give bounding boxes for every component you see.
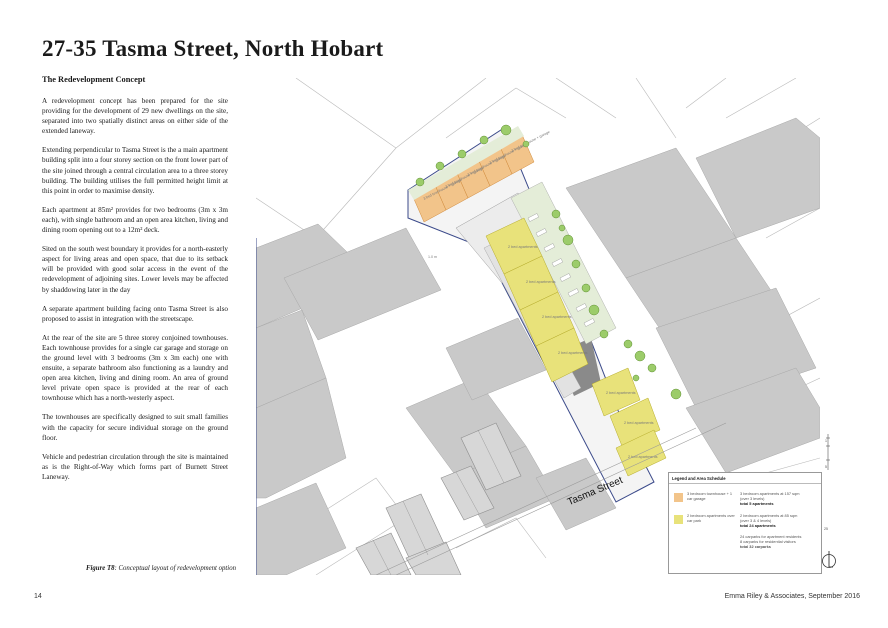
legend-row: 2 bedroom apartments over car park 2 bed… xyxy=(672,513,820,535)
paragraph: At the rear of the site are 5 three stor… xyxy=(42,333,228,403)
apartment-swatch xyxy=(674,515,683,524)
scale-label: 25 xyxy=(824,527,828,531)
legend-title: Legend and Area Schedule xyxy=(669,473,821,484)
scale-label: 5 xyxy=(825,465,827,469)
scale-bar-drawing: 1 5 25 xyxy=(824,434,830,531)
apartment-label: 2 bed apartments xyxy=(508,245,538,249)
legend-label: 2 bedroom apartments over car park xyxy=(687,513,735,523)
apartment-label: 2 bed apartments xyxy=(542,315,572,319)
legend-info: 3 bedroom apartments at 157 sqm (over 3 … xyxy=(740,491,820,506)
paragraph: Each apartment at 85m² provides for two … xyxy=(42,205,229,235)
legend-total: total 5 apartments xyxy=(740,500,774,506)
north-arrow-icon xyxy=(821,549,837,571)
north-arrow-drawing xyxy=(822,551,836,568)
paragraph: A redevelopment concept has been prepare… xyxy=(42,97,228,136)
apartment-label: 2 bed apartments xyxy=(526,280,556,284)
paragraph: A separate apartment building facing ont… xyxy=(42,304,228,323)
legend: Legend and Area Schedule 3 bedroom townh… xyxy=(668,472,822,574)
legend-info: 2 bedroom apartments at 85 sqm (over 3 &… xyxy=(740,513,820,528)
scale-bar: 1 5 25 xyxy=(822,430,836,550)
body-text: A redevelopment concept has been prepare… xyxy=(42,96,228,491)
apartment-label: 2 bed apartments xyxy=(558,351,588,355)
legend-label: 3 bedroom townhouse + 1 car garage xyxy=(687,491,733,501)
paragraph: The townhouses are specifically designed… xyxy=(42,413,228,442)
legend-carparks: 24 carparks for apartment residents 8 ca… xyxy=(740,534,820,549)
paragraph: Vehicle and pedestrian circulation throu… xyxy=(42,452,228,481)
legend-row: 3 bedroom townhouse + 1 car garage 3 bed… xyxy=(672,491,820,513)
legend-total: total 24 apartments xyxy=(740,522,776,528)
scale-label: 1 xyxy=(825,439,827,443)
lane-width-label: 1.0 m xyxy=(428,255,437,259)
legend-carparks-total: total 32 carparks xyxy=(740,543,771,549)
footer-credit: Emma Riley & Associates, September 2016 xyxy=(724,593,860,600)
apartment-label: 2 bed apartments xyxy=(624,421,654,425)
figure-caption: Figure T8: Conceptual layout of redevelo… xyxy=(42,565,236,572)
page-number: 14 xyxy=(34,593,42,600)
townhouse-swatch xyxy=(674,493,683,502)
section-heading: The Redevelopment Concept xyxy=(42,75,146,84)
apartment-label: 2 bed apartments xyxy=(606,391,636,395)
caption-text: : Conceptual layout of redevelopment opt… xyxy=(114,565,237,572)
page-title: 27-35 Tasma Street, North Hobart xyxy=(42,36,384,61)
paragraph: Extending perpendicular to Tasma Street … xyxy=(42,146,228,195)
paragraph: Sited on the south west boundary it prov… xyxy=(42,245,228,294)
caption-label: Figure T8 xyxy=(85,565,115,572)
